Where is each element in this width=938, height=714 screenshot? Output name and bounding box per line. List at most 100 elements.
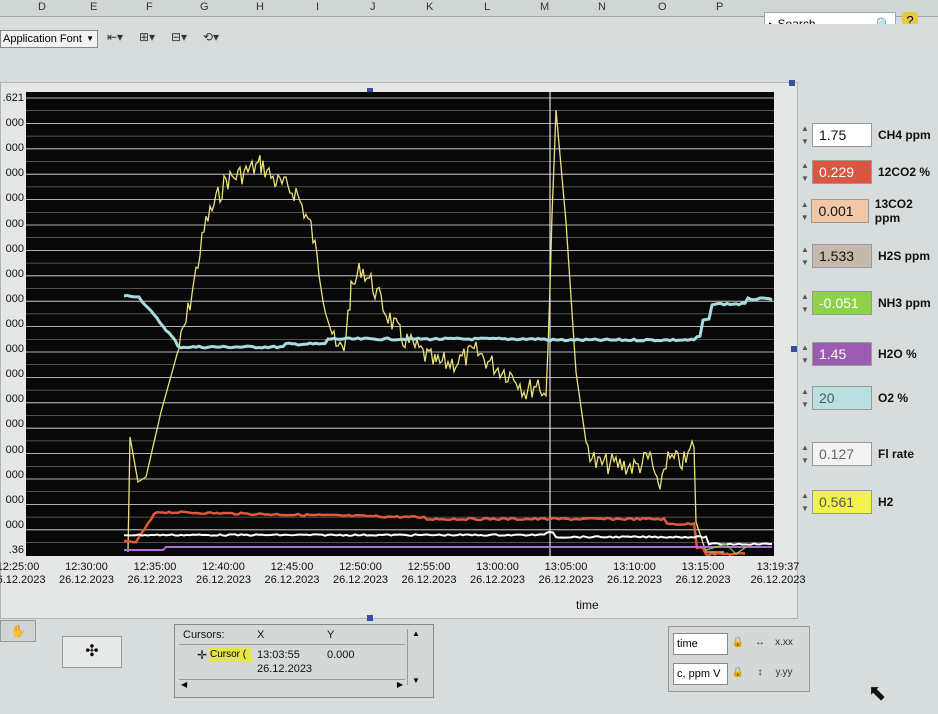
spinner-icon[interactable]: ▲ ▼ [800, 441, 810, 467]
y-tick-label: 000 [5, 468, 24, 481]
trace-ch4 [123, 530, 773, 546]
spinner-icon[interactable]: ▲ ▼ [800, 385, 810, 411]
y-format-icon[interactable]: y.yy [775, 664, 793, 682]
spinner-icon[interactable]: ▲ ▼ [800, 290, 810, 316]
resize-handle[interactable] [789, 80, 795, 86]
x-tick-time: 13:15:00 [681, 561, 725, 573]
y-tick-label: 000 [5, 318, 24, 330]
autoscale-x-icon[interactable]: ↔ [751, 634, 769, 652]
cursor-x-header: X [257, 629, 265, 641]
spinner-icon[interactable]: ▲ ▼ [800, 159, 810, 185]
trace-h2s [127, 109, 724, 553]
legend-value[interactable]: 0.561 [812, 490, 872, 514]
column-letter: G [200, 1, 209, 13]
column-letter: F [146, 1, 153, 13]
spinner-icon[interactable]: ▲ ▼ [800, 122, 810, 148]
legend-value[interactable]: 1.45 [812, 342, 872, 366]
legend-value[interactable]: 1.533 [812, 244, 872, 268]
legend-value[interactable]: 1.75 [812, 123, 872, 147]
cursor-name-field[interactable]: Cursor ( [210, 648, 252, 662]
x-tick-label: 13:19:37 26.12.2023 [738, 561, 818, 587]
y-tick-label: 000 [5, 167, 24, 180]
x-tick-date: 26.12.2023 [675, 574, 731, 586]
spinner-icon[interactable]: ▲ ▼ [800, 341, 810, 367]
column-letter: M [540, 1, 550, 13]
y-scale-name[interactable]: c, ppm V [673, 663, 728, 685]
lock-icon[interactable]: 🔒 [729, 664, 747, 682]
x-scale-name[interactable]: time [673, 633, 728, 655]
resize-objects-icon[interactable]: ⊟▾ [166, 28, 192, 46]
resize-handle[interactable] [791, 346, 797, 352]
y-tick-label: 000 [5, 267, 24, 280]
trace-o2 [123, 293, 773, 350]
y-tick-label: 000 [5, 217, 24, 230]
y-tick-label: 000 [5, 117, 24, 130]
x-tick-time: 13:19:37 [756, 561, 800, 573]
column-letter: L [484, 1, 491, 13]
scroll-right-icon[interactable]: ▶ [397, 680, 403, 689]
cursor-name-label: Cursor ( [210, 649, 247, 660]
mouse-pointer-icon: ⬉ [868, 680, 887, 705]
legend-item: ▲ ▼ 1.45 H2O % [800, 341, 917, 367]
crosshair-icon: ✛ [197, 648, 208, 662]
cursor-y-value: 0.000 [327, 649, 355, 661]
y-tick-label: 000 [5, 242, 24, 255]
x-tick-label: 13:15:00 26.12.2023 [663, 561, 743, 587]
column-letter: K [426, 1, 434, 13]
font-select[interactable]: Application Font ▼ [0, 30, 98, 48]
scroll-down-icon[interactable]: ▼ [412, 676, 420, 685]
legend-label: Fl rate [878, 447, 915, 461]
trace-h2o [124, 546, 772, 551]
cursor-y-header: Y [327, 629, 335, 641]
y-tick-label: .621 [2, 92, 24, 104]
legend-item: ▲ ▼ -0.051 NH3 ppm [800, 290, 931, 316]
horizontal-scrollbar[interactable]: ◀ ▶ [179, 679, 405, 692]
y-tick-label: 000 [5, 443, 24, 456]
graph-palette-button[interactable]: ✣ [62, 636, 122, 668]
legend-value[interactable]: 0.001 [811, 199, 869, 223]
vertical-scrollbar[interactable]: ▲ ▼ [407, 629, 426, 685]
cursor-x-date: 26.12.2023 [257, 663, 313, 675]
legend-label: 13CO2 ppm [874, 197, 913, 225]
legend-item: ▲ ▼ 0.127 Fl rate [800, 441, 914, 467]
cursor-x-time: 13:03:55 [257, 649, 300, 661]
pan-tool-button[interactable]: ✋ [0, 620, 36, 642]
legend-label: H2O % [878, 347, 917, 361]
legend-value[interactable]: -0.051 [812, 291, 872, 315]
y-tick-label: 000 [5, 292, 24, 305]
cursors-header: Cursors: [183, 629, 225, 641]
x-tick-date: 26.12.2023 [750, 574, 806, 586]
legend-item: ▲ ▼ 1.75 CH4 ppm [800, 122, 931, 148]
spinner-icon[interactable]: ▲ ▼ [800, 489, 810, 515]
spinner-icon[interactable]: ▲ ▼ [800, 243, 810, 269]
resize-handle[interactable] [367, 615, 373, 621]
legend-value[interactable]: 0.127 [812, 442, 872, 466]
dropdown-arrow-icon: ▼ [86, 34, 94, 43]
align-objects-icon[interactable]: ⇤▾ [102, 28, 128, 46]
x-format-icon[interactable]: x.xx [775, 634, 793, 652]
legend-label: 12CO2 % [878, 165, 931, 179]
y-tick-label: 000 [5, 518, 24, 531]
spinner-icon[interactable]: ▲ ▼ [800, 198, 809, 224]
legend-item: ▲ ▼ 0.001 13CO2 ppm [800, 197, 938, 225]
legend-label: H2 [878, 495, 894, 509]
legend-value[interactable]: 0.229 [812, 160, 872, 184]
plot-area[interactable] [26, 92, 774, 556]
autoscale-y-icon[interactable]: ↕ [751, 664, 769, 682]
legend-item: ▲ ▼ 0.561 H2 [800, 489, 893, 515]
scroll-left-icon[interactable]: ◀ [181, 680, 187, 689]
distribute-objects-icon[interactable]: ⊞▾ [134, 28, 160, 46]
legend-label: NH3 ppm [878, 296, 931, 310]
legend-item: ▲ ▼ 0.229 12CO2 % [800, 159, 930, 185]
lock-icon[interactable]: 🔒 [729, 634, 747, 652]
scroll-up-icon[interactable]: ▲ [412, 629, 420, 638]
y-tick-label: 000 [5, 493, 24, 506]
y-tick-label: 000 [5, 192, 24, 205]
legend-item: ▲ ▼ 1.533 H2S ppm [800, 243, 930, 269]
y-tick-label: 000 [5, 142, 24, 155]
y-tick-label: 000 [5, 343, 24, 356]
legend-value[interactable]: 20 [812, 386, 872, 410]
column-letter: E [90, 1, 98, 13]
scale-legend[interactable]: time c, ppm V 🔒 ↔ x.xx 🔒 ↕ y.yy [668, 626, 810, 692]
reorder-icon[interactable]: ⟲▾ [198, 28, 224, 46]
